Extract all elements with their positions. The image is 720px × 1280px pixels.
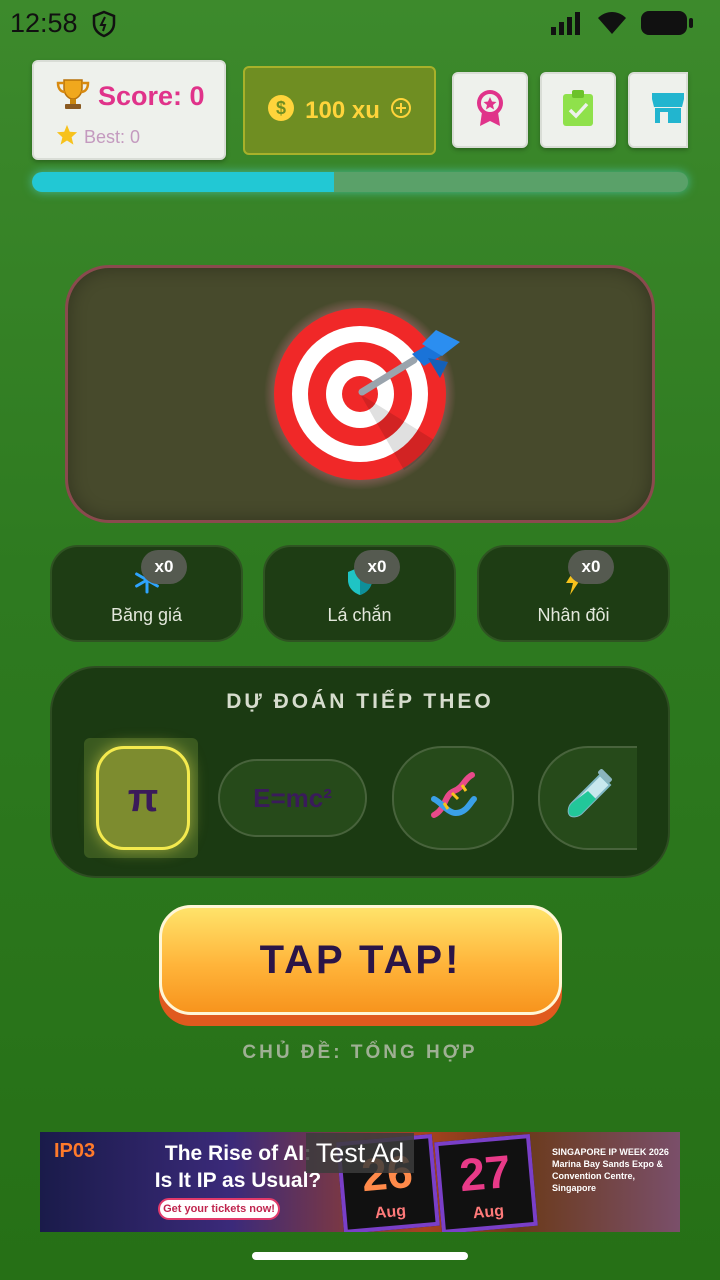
shield-status-icon: [92, 10, 116, 43]
tap-tap-button[interactable]: TAP TAP!: [159, 905, 562, 1015]
ad-info: SINGAPORE IP WEEK 2026 Marina Bay Sands …: [552, 1147, 669, 1193]
coin-balance-button[interactable]: $ 100 xu: [243, 66, 436, 155]
home-indicator[interactable]: [252, 1252, 468, 1260]
add-coin-icon[interactable]: [390, 97, 412, 124]
wifi-icon: [596, 10, 628, 41]
level-progress-bar: [32, 172, 688, 192]
dollar-coin-icon: $: [267, 94, 295, 127]
test-tube-icon: [562, 768, 616, 828]
prediction-item-test-tube[interactable]: [538, 746, 637, 850]
star-icon: [56, 124, 78, 151]
ad-date-2-mon: Aug: [472, 1202, 505, 1223]
prediction-emc2-text: E=mc²: [253, 782, 332, 813]
prediction-title: DỰ ĐOÁN TIẾP THEO: [226, 690, 494, 713]
double-count-badge: x0: [568, 550, 614, 584]
signal-icon: [550, 11, 584, 40]
achievements-button[interactable]: [452, 72, 528, 148]
medal-icon: [472, 88, 508, 133]
topic-label: CHỦ ĐỀ: TỔNG HỢP: [242, 1042, 478, 1063]
powerup-double-button[interactable]: x0 Nhân đôi: [477, 545, 670, 642]
coin-label: 100 xu: [305, 96, 380, 124]
tap-button-label: TAP TAP!: [259, 937, 462, 982]
prediction-item-dna[interactable]: [392, 746, 514, 850]
svg-text:$: $: [276, 98, 286, 118]
shop-button[interactable]: [628, 72, 688, 148]
freeze-count-badge: x0: [141, 550, 187, 584]
clipboard-check-icon: [561, 89, 595, 132]
shield-count-badge: x0: [354, 550, 400, 584]
score-label: Score: 0: [98, 81, 205, 111]
prediction-item-emc2[interactable]: E=mc²: [218, 759, 367, 837]
prediction-item-pi[interactable]: π: [96, 746, 190, 850]
powerup-shield-button[interactable]: x0 Lá chắn: [263, 545, 456, 642]
ad-cta-button[interactable]: Get your tickets now!: [158, 1198, 280, 1220]
battery-icon: [640, 10, 694, 41]
dna-icon: [426, 769, 480, 828]
powerup-freeze-button[interactable]: x0 Băng giá: [50, 545, 243, 642]
ad-date-2-num: 27: [457, 1144, 513, 1202]
progress-fill: [32, 172, 334, 192]
best-score-label: Best: 0: [84, 127, 141, 147]
shield-label: Lá chắn: [327, 605, 392, 625]
freeze-label: Băng giá: [110, 605, 183, 625]
score-card: Score: 0 Best: 0: [32, 60, 226, 160]
double-label: Nhân đôi: [537, 605, 610, 625]
prediction-pi-text: π: [127, 775, 159, 820]
store-icon: [650, 91, 686, 130]
ad-logo: IP03: [54, 1140, 96, 1162]
test-ad-badge: Test Ad: [306, 1133, 414, 1173]
daily-tasks-button[interactable]: [540, 72, 616, 148]
status-time: 12:58: [10, 8, 78, 38]
ad-date-1-mon: Aug: [374, 1202, 407, 1223]
ad-date-card-2: 27 Aug: [434, 1133, 538, 1232]
status-bar: 12:58: [0, 0, 720, 48]
trophy-icon: [56, 78, 90, 115]
dartboard-target-icon[interactable]: [264, 298, 464, 490]
